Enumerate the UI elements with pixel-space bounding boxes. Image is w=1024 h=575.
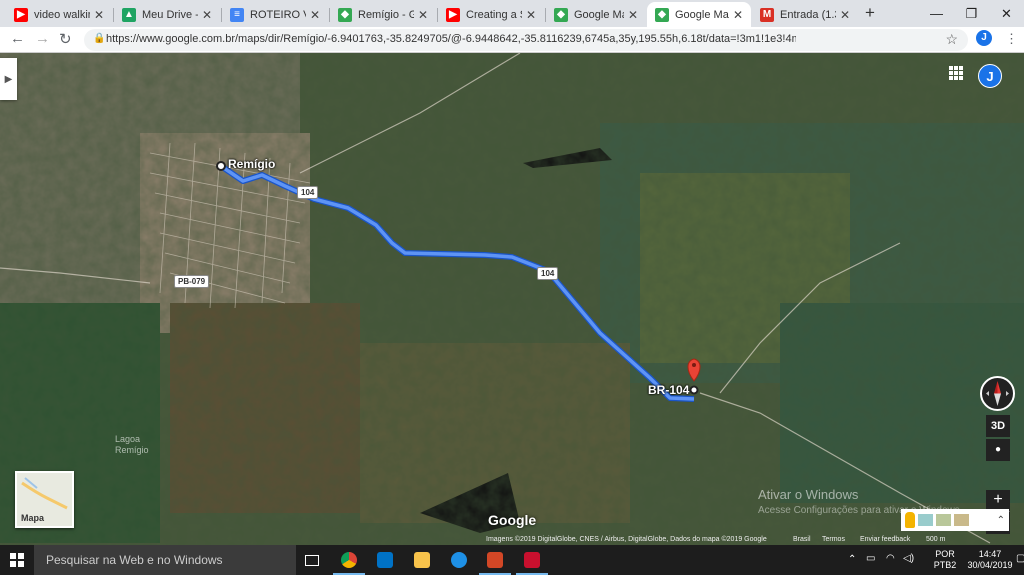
imagery-credits: Imagens ©2019 DigitalGlobe, CNES / Airbu… [486, 536, 767, 543]
road-shield-pb079: PB-079 [174, 275, 210, 288]
imagery-thumbnail-3[interactable] [954, 514, 969, 526]
satellite-imagery [0, 53, 1024, 545]
send-feedback-link[interactable]: Enviar feedback [860, 536, 910, 543]
destination-label[interactable]: BR-104 [648, 383, 689, 397]
country-label[interactable]: Brasil [793, 536, 811, 543]
imagery-thumbnail-2[interactable] [936, 514, 951, 526]
tab-youtube-creating[interactable]: ▶ Creating a Sin ✕ [438, 2, 544, 27]
close-window-button[interactable]: ✕ [990, 0, 1023, 27]
apps-grid-icon[interactable] [949, 66, 963, 80]
volume-icon[interactable]: ◁) [903, 553, 914, 564]
minimize-button[interactable]: — [920, 0, 953, 27]
back-button[interactable]: ← [10, 30, 25, 47]
google-maps-icon: ◆ [554, 7, 568, 22]
powerpoint-icon[interactable] [477, 548, 513, 575]
close-tab-icon[interactable]: ✕ [418, 8, 428, 22]
origin-marker-icon[interactable] [216, 161, 226, 171]
wifi-icon[interactable]: ◠ [886, 553, 895, 564]
google-docs-icon: ≡ [230, 7, 244, 22]
taskbar-clock[interactable]: 14:47 30/04/2019 [965, 549, 1015, 571]
google-maps-icon: ◆ [338, 7, 352, 22]
forward-button[interactable]: → [35, 30, 50, 47]
language-indicator[interactable]: POR PTB2 [930, 549, 960, 571]
video-editor-icon[interactable] [514, 548, 550, 575]
lock-icon: 🔒 [93, 33, 106, 44]
battery-icon[interactable]: ▭ [866, 553, 875, 564]
file-explorer-icon[interactable] [404, 548, 440, 572]
notifications-icon[interactable]: ▢ [1016, 553, 1024, 564]
tab-roteiro-doc[interactable]: ≡ ROTEIRO VÍDE ✕ [222, 2, 328, 27]
close-tab-icon[interactable]: ✕ [840, 8, 850, 22]
google-drive-icon: ▲ [122, 7, 136, 22]
close-tab-icon[interactable]: ✕ [202, 8, 212, 22]
windows-start-icon[interactable] [10, 553, 24, 567]
taskbar-search-box[interactable]: Pesquisar na Web e no Windows [34, 545, 296, 575]
pegman-icon[interactable] [905, 512, 915, 528]
compass-control[interactable] [980, 376, 1015, 411]
expand-chevron-icon[interactable]: ⌃ [997, 515, 1005, 526]
tab-remigio-maps[interactable]: ◆ Remígio - Goo ✕ [330, 2, 436, 27]
close-tab-icon[interactable]: ✕ [628, 8, 638, 22]
account-avatar[interactable]: J [978, 64, 1002, 88]
address-bar[interactable]: 🔒 https://www.google.com.br/maps/dir/Rem… [84, 29, 968, 51]
location-dot-icon[interactable]: ● [986, 439, 1010, 461]
tab-strip: ▶ video walking ✕ ▲ Meu Drive - Go ✕ ≡ R… [0, 0, 1024, 27]
close-tab-icon[interactable]: ✕ [526, 8, 536, 22]
road-shield-104-south: 104 [537, 267, 559, 280]
tab-google-maps[interactable]: ◆ Google Maps ✕ [546, 2, 646, 27]
profile-avatar[interactable]: J [976, 30, 992, 46]
map-layer-switcher[interactable]: Mapa [15, 471, 74, 528]
windows-activation-title: Ativar o Windows [758, 487, 859, 502]
gmail-icon: M [760, 7, 774, 22]
restore-button[interactable]: ❐ [955, 0, 988, 27]
tab-youtube-video[interactable]: ▶ video walking ✕ [6, 2, 112, 27]
imagery-strip[interactable]: ⌃ [901, 509, 1009, 531]
reload-button[interactable]: ↻ [59, 30, 72, 48]
close-tab-icon[interactable]: ✕ [94, 8, 104, 22]
browser-toolbar: ← → ↻ 🔒 https://www.google.com.br/maps/d… [0, 27, 1024, 53]
scale-label[interactable]: 500 m [926, 536, 945, 543]
youtube-icon: ▶ [446, 7, 460, 22]
tab-gmail[interactable]: M Entrada (1.392 ✕ [752, 2, 858, 27]
map-thumbnail-icon [21, 477, 68, 510]
clock-time: 14:47 [978, 549, 1002, 559]
google-logo: Google [488, 512, 537, 528]
tab-google-maps-active[interactable]: ◆ Google Maps ✕ [647, 2, 751, 27]
tab-google-drive[interactable]: ▲ Meu Drive - Go ✕ [114, 2, 220, 27]
google-maps-icon: ◆ [655, 7, 669, 22]
road-shield-104-north: 104 [297, 186, 319, 199]
browser-window: ▶ video walking ✕ ▲ Meu Drive - Go ✕ ≡ R… [0, 0, 1024, 575]
tray-overflow-icon[interactable]: ⌃ [848, 554, 856, 565]
3d-toggle-button[interactable]: 3D [986, 415, 1010, 437]
map-layer-label: Mapa [21, 513, 45, 523]
youtube-icon: ▶ [14, 7, 28, 22]
side-panel-toggle[interactable]: ▶ [0, 58, 17, 100]
clock-date: 30/04/2019 [967, 560, 1013, 570]
edge-icon[interactable] [441, 548, 477, 572]
compass-icon [986, 381, 1009, 406]
destination-marker-icon[interactable] [689, 385, 699, 395]
close-tab-icon[interactable]: ✕ [310, 8, 320, 22]
windows-taskbar: Pesquisar na Web e no Windows ⌃ ▭ ◠ ◁) P… [0, 545, 1024, 575]
browser-menu-icon[interactable]: ⋮ [1005, 31, 1018, 47]
outlook-icon[interactable] [367, 548, 403, 572]
origin-label[interactable]: Remígio [228, 157, 275, 171]
map-attribution-bar: Imagens ©2019 DigitalGlobe, CNES / Airbu… [0, 535, 1024, 545]
url-text: https://www.google.com.br/maps/dir/Remíg… [106, 33, 796, 45]
new-tab-button[interactable]: + [865, 3, 875, 23]
lagoa-label: Lagoa Remígio [115, 434, 149, 455]
bookmark-star-icon[interactable]: ☆ [945, 31, 958, 48]
terms-link[interactable]: Termos [822, 536, 845, 543]
close-tab-icon[interactable]: ✕ [733, 8, 743, 22]
imagery-thumbnail-1[interactable] [918, 514, 933, 526]
chrome-icon[interactable] [331, 548, 367, 575]
task-view-icon[interactable] [294, 548, 330, 572]
map-canvas[interactable]: ▶ J Remígio BR-104 PB-079 104 104 Lagoa … [0, 53, 1024, 545]
